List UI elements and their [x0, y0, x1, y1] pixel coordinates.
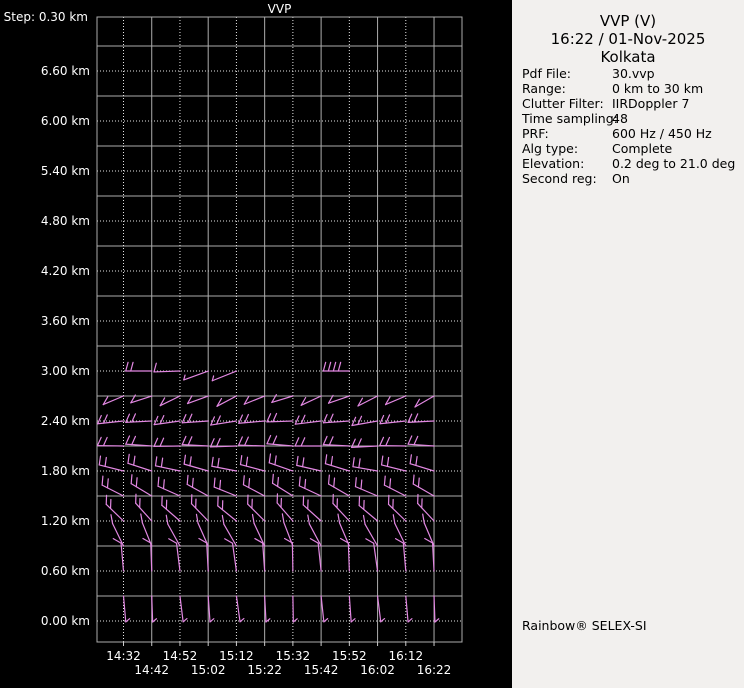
- x-axis-label: 15:42: [304, 663, 339, 677]
- info-row-second-reg: Second reg: On: [522, 171, 742, 186]
- y-axis-label: 4.20 km: [41, 264, 90, 278]
- y-axis-label: 1.20 km: [41, 514, 90, 528]
- x-axis-label: 16:02: [360, 663, 395, 677]
- info-row-clutter-filter: Clutter Filter: IIRDoppler 7: [522, 96, 742, 111]
- info-value: Complete: [612, 141, 673, 156]
- panel-datetime: 16:22 / 01-Nov-2025: [550, 30, 706, 48]
- y-axis-label: 1.80 km: [41, 464, 90, 478]
- info-value: On: [612, 171, 630, 186]
- info-label: Pdf File:: [522, 66, 571, 81]
- chart-title: VVP: [268, 2, 292, 16]
- info-label: Time sampling:: [522, 111, 618, 126]
- info-label: Alg type:: [522, 141, 579, 156]
- info-value: 600 Hz / 450 Hz: [612, 126, 712, 141]
- chart-background: [0, 0, 512, 688]
- x-axis-label: 15:52: [332, 649, 367, 663]
- vvp-wind-profile-chart: VVP Step: 0.30 km 0.00 km 0.60 km 1.20 km 1.8…: [0, 0, 512, 688]
- info-value: 30.vvp: [612, 66, 655, 81]
- x-axis-label: 15:32: [276, 649, 311, 663]
- app-window: VVP Step: 0.30 km 0.00 km 0.60 km 1.20 km 1.8…: [0, 0, 744, 688]
- y-axis-label: 6.60 km: [41, 64, 90, 78]
- info-value: 0 km to 30 km: [612, 81, 704, 96]
- y-axis-label: 0.60 km: [41, 564, 90, 578]
- panel-product-title: VVP (V): [599, 12, 657, 30]
- x-axis-label: 14:42: [134, 663, 169, 677]
- step-label: Step: 0.30 km: [4, 10, 88, 24]
- x-axis-label: 14:32: [106, 649, 141, 663]
- x-axis-label: 16:22: [417, 663, 452, 677]
- y-axis-label: 0.00 km: [41, 614, 90, 628]
- x-axis-label: 15:12: [219, 649, 254, 663]
- x-axis-label: 15:02: [191, 663, 226, 677]
- info-list: Pdf File: 30.vvp Range: 0 km to 30 km Cl…: [522, 66, 742, 186]
- info-value: 48: [612, 111, 628, 126]
- y-axis-label: 2.40 km: [41, 414, 90, 428]
- y-axis-label: 3.60 km: [41, 314, 90, 328]
- info-row-range: Range: 0 km to 30 km: [522, 81, 742, 96]
- info-label: Elevation:: [522, 156, 585, 171]
- info-row-time-sampling: Time sampling: 48: [522, 111, 742, 126]
- info-label: PRF:: [522, 126, 549, 141]
- info-panel: VVP (V) 16:22 / 01-Nov-2025 Kolkata Pdf …: [512, 0, 744, 688]
- chart-area: VVP Step: 0.30 km 0.00 km 0.60 km 1.20 km 1.8…: [0, 0, 512, 688]
- y-axis-label: 6.00 km: [41, 114, 90, 128]
- info-row-prf: PRF: 600 Hz / 450 Hz: [522, 126, 742, 141]
- y-axis-label: 3.00 km: [41, 364, 90, 378]
- info-row-elevation: Elevation: 0.2 deg to 21.0 deg: [522, 156, 742, 171]
- x-axis-label: 16:12: [389, 649, 424, 663]
- info-value: IIRDoppler 7: [612, 96, 690, 111]
- x-axis-label: 14:52: [163, 649, 198, 663]
- info-row-alg-type: Alg type: Complete: [522, 141, 742, 156]
- y-axis-label: 4.80 km: [41, 214, 90, 228]
- info-value: 0.2 deg to 21.0 deg: [612, 156, 736, 171]
- panel-site-name: Kolkata: [600, 48, 656, 66]
- info-row-pdf-file: Pdf File: 30.vvp: [522, 66, 742, 81]
- info-label: Second reg:: [522, 171, 597, 186]
- brand-label: Rainbow® SELEX-SI: [522, 618, 647, 633]
- y-axis-label: 5.40 km: [41, 164, 90, 178]
- info-label: Range:: [522, 81, 566, 96]
- x-axis-label: 15:22: [247, 663, 282, 677]
- info-label: Clutter Filter:: [522, 96, 604, 111]
